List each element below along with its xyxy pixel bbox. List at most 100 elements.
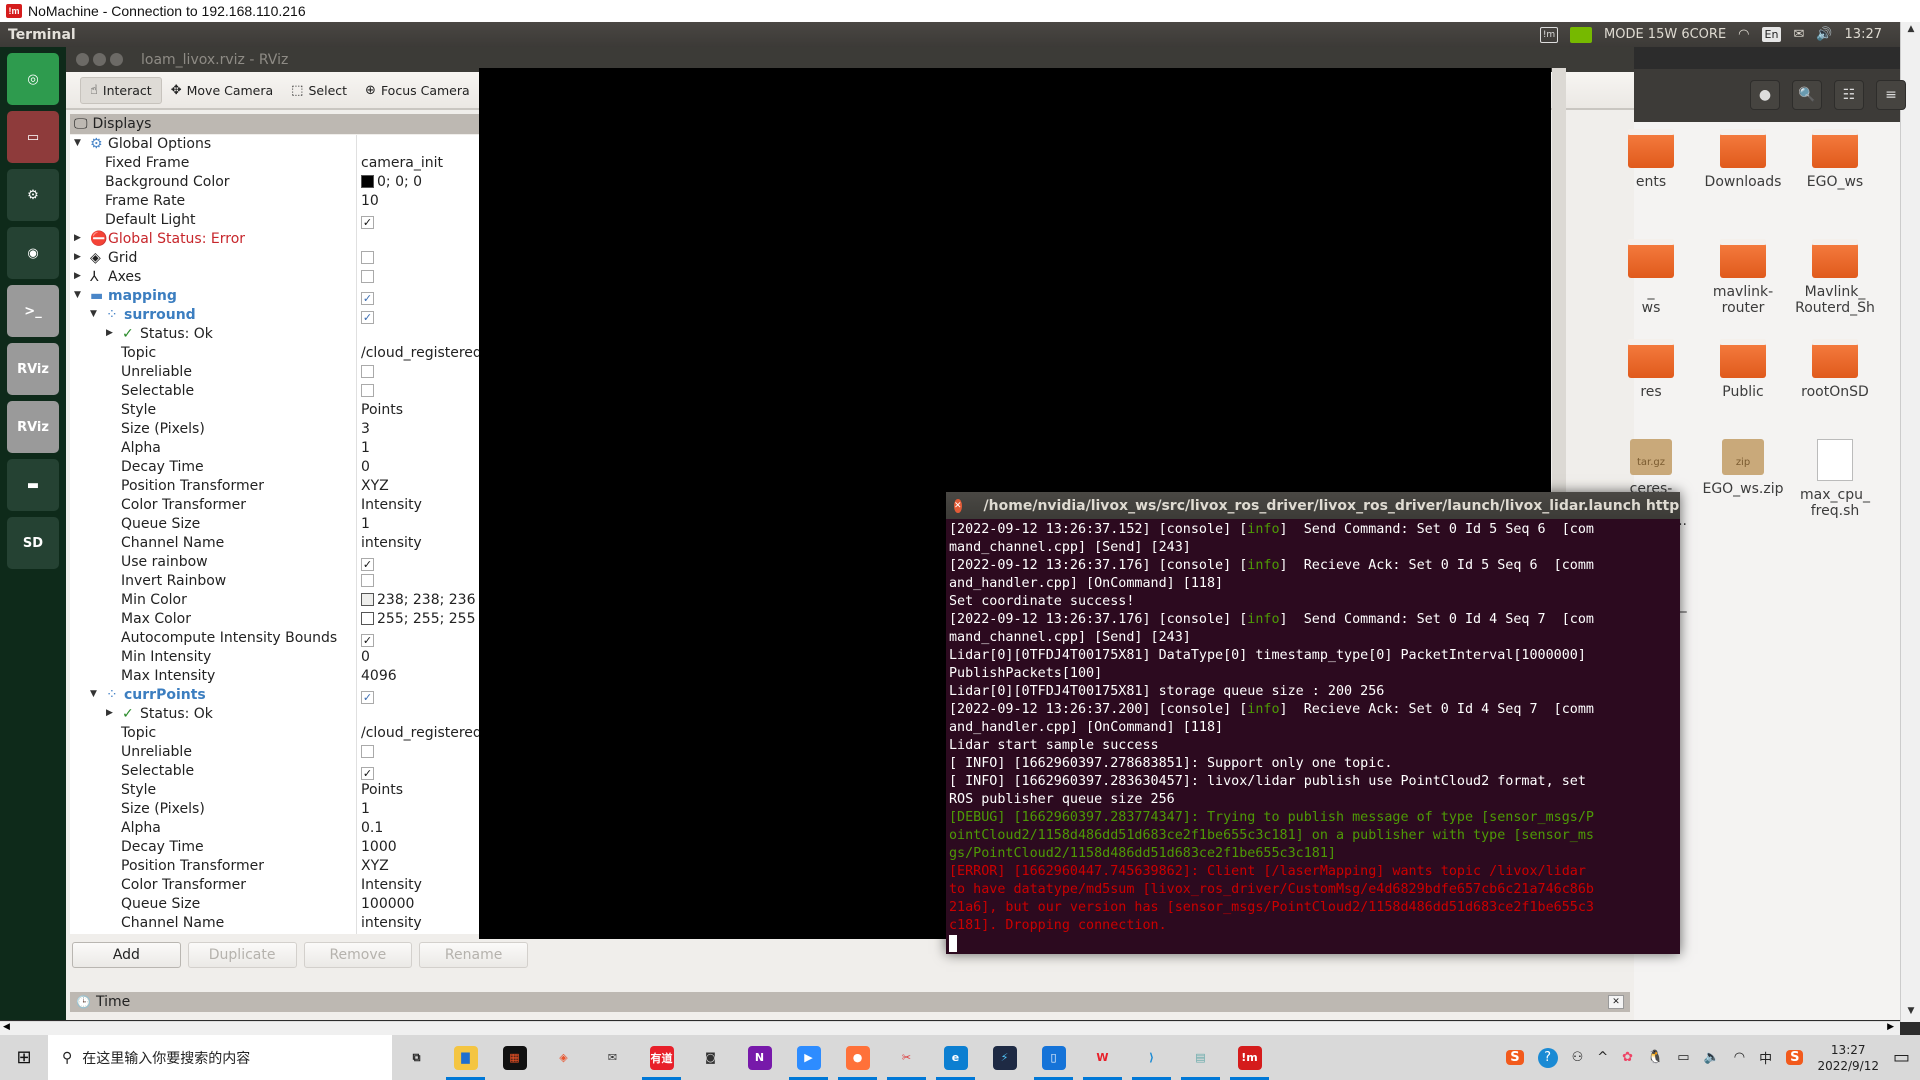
taskbar-firefox-button[interactable]: ●: [833, 1035, 882, 1080]
property-value[interactable]: 3: [361, 421, 370, 437]
display-property-row[interactable]: Min Intensity 0: [70, 648, 510, 667]
property-checkbox[interactable]: [361, 365, 374, 378]
file-item[interactable]: max_cpu_ freq.sh: [1790, 439, 1880, 519]
qq-icon[interactable]: 🐧: [1647, 1050, 1663, 1065]
property-checkbox[interactable]: [361, 270, 374, 283]
property-value[interactable]: 0.1: [361, 820, 383, 836]
taskbar-edge-button[interactable]: e: [931, 1035, 980, 1080]
nomachine-horizontal-scrollbar[interactable]: ◀ ▶: [0, 1021, 1900, 1035]
property-checkbox[interactable]: ✓: [361, 634, 374, 647]
property-value[interactable]: ✓: [361, 554, 374, 571]
display-property-row[interactable]: ▼ ⚙ Global Options: [70, 135, 510, 154]
file-item[interactable]: zip EGO_ws.zip: [1698, 439, 1788, 497]
property-value[interactable]: Points: [361, 782, 403, 798]
expand-arrow-right-icon[interactable]: ▶: [74, 271, 81, 281]
help-icon[interactable]: ?: [1537, 1047, 1558, 1068]
file-item[interactable]: rootOnSD: [1790, 339, 1880, 400]
topbar-clock[interactable]: 13:27: [1845, 27, 1882, 42]
search-icon[interactable]: 🔍: [1792, 80, 1822, 110]
mail-icon[interactable]: ✉: [1793, 27, 1804, 42]
scroll-left-arrow-icon[interactable]: ◀: [3, 1022, 10, 1032]
property-value[interactable]: 1000: [361, 839, 397, 855]
keyboard-layout-indicator[interactable]: En: [1761, 27, 1782, 42]
property-value[interactable]: [361, 383, 374, 399]
expand-arrow-down-icon[interactable]: ▼: [90, 309, 97, 319]
property-value[interactable]: 238; 238; 236: [361, 592, 476, 608]
taskbar-onenote-button[interactable]: N: [735, 1035, 784, 1080]
property-value[interactable]: intensity: [361, 915, 422, 931]
taskbar-youdao-button[interactable]: 有道: [637, 1035, 686, 1080]
display-property-row[interactable]: Queue Size 100000: [70, 895, 510, 914]
property-value[interactable]: 100000: [361, 896, 414, 912]
property-value[interactable]: Intensity: [361, 877, 422, 893]
remove-display-button[interactable]: Remove: [303, 942, 413, 968]
property-value[interactable]: intensity: [361, 535, 422, 551]
power-mode-indicator[interactable]: MODE 15W 6CORE: [1604, 27, 1726, 42]
property-value[interactable]: Points: [361, 402, 403, 418]
tool-focus-camera[interactable]: ⊕ Focus Camera: [356, 78, 479, 103]
launcher-chromium-icon[interactable]: ◉: [7, 227, 59, 279]
minimize-window-button[interactable]: [93, 53, 106, 66]
display-property-row[interactable]: Style Points: [70, 781, 510, 800]
taskbar-app-diamond-button[interactable]: ◈: [539, 1035, 588, 1080]
color-swatch[interactable]: [361, 593, 374, 606]
display-property-row[interactable]: ▶ ⛔ Global Status: Error: [70, 230, 510, 249]
wifi-icon[interactable]: ◠: [1734, 1050, 1745, 1065]
file-item[interactable]: Public: [1698, 339, 1788, 400]
property-value[interactable]: ✓: [361, 630, 374, 647]
property-value[interactable]: XYZ: [361, 478, 389, 494]
launcher-rviz-1-icon[interactable]: RViz: [7, 343, 59, 395]
display-property-row[interactable]: Channel Name intensity: [70, 534, 510, 553]
view-toggle-icon[interactable]: ☷: [1834, 80, 1864, 110]
taskbar-task-view-button[interactable]: ⧉: [392, 1035, 441, 1080]
taskbar-phone-link-button[interactable]: ▯: [1029, 1035, 1078, 1080]
close-time-panel-button[interactable]: ✕: [1608, 995, 1624, 1009]
property-checkbox[interactable]: ✓: [361, 311, 374, 324]
close-window-button[interactable]: [76, 53, 89, 66]
duplicate-display-button[interactable]: Duplicate: [187, 942, 297, 968]
taskbar-wps-button[interactable]: W: [1078, 1035, 1127, 1080]
nomachine-vertical-scrollbar[interactable]: ▲ ▼: [1900, 22, 1920, 1022]
property-value[interactable]: camera_init: [361, 155, 443, 171]
display-property-row[interactable]: Channel Name intensity: [70, 914, 510, 933]
display-property-row[interactable]: Position Transformer XYZ: [70, 477, 510, 496]
display-property-row[interactable]: Invert Rainbow: [70, 572, 510, 591]
taskbar-clock[interactable]: 13:27 2022/9/12: [1817, 1042, 1879, 1074]
launcher-system-settings-icon[interactable]: ⚙: [7, 169, 59, 221]
property-value[interactable]: Intensity: [361, 497, 422, 513]
property-checkbox[interactable]: ✓: [361, 558, 374, 571]
display-property-row[interactable]: Frame Rate 10: [70, 192, 510, 211]
display-property-row[interactable]: Use rainbow ✓: [70, 553, 510, 572]
property-value[interactable]: 0; 0; 0: [361, 174, 422, 190]
display-property-row[interactable]: Decay Time 0: [70, 458, 510, 477]
property-value[interactable]: 1: [361, 801, 370, 817]
color-swatch[interactable]: [361, 612, 374, 625]
display-property-row[interactable]: Size (Pixels) 3: [70, 420, 510, 439]
expand-arrow-right-icon[interactable]: ▶: [74, 233, 81, 243]
taskbar-nomachine-button[interactable]: !m: [1225, 1035, 1274, 1080]
property-value[interactable]: ✓: [361, 763, 374, 780]
show-hidden-icons-chevron-icon[interactable]: ^: [1597, 1050, 1608, 1065]
scroll-right-arrow-icon[interactable]: ▶: [1887, 1022, 1894, 1032]
display-property-row[interactable]: Decay Time 1000: [70, 838, 510, 857]
launcher-rviz-2-icon[interactable]: RViz: [7, 401, 59, 453]
sogou-ime-icon[interactable]: S: [1506, 1050, 1524, 1065]
close-icon[interactable]: ✕: [954, 498, 962, 513]
terminal-window[interactable]: ✕ /home/nvidia/livox_ws/src/livox_ros_dr…: [946, 492, 1680, 954]
taskbar-resource-monitor-button[interactable]: ▤: [1176, 1035, 1225, 1080]
display-property-row[interactable]: Background Color 0; 0; 0: [70, 173, 510, 192]
display-property-row[interactable]: Selectable: [70, 382, 510, 401]
property-value[interactable]: [361, 269, 374, 285]
launcher-sd-card-icon[interactable]: SD: [7, 517, 59, 569]
expand-arrow-down-icon[interactable]: ▼: [74, 290, 81, 300]
displays-tree[interactable]: ▼ ⚙ Global Options Fixed Frame camera_init Ba…: [70, 135, 510, 934]
property-checkbox[interactable]: ✓: [361, 216, 374, 229]
file-item[interactable]: ents: [1606, 129, 1696, 190]
display-property-row[interactable]: Size (Pixels) 1: [70, 800, 510, 819]
color-swatch[interactable]: [361, 175, 374, 188]
file-item[interactable]: mavlink- router: [1698, 239, 1788, 316]
property-value[interactable]: 1: [361, 440, 370, 456]
tool-interact[interactable]: ☝ Interact: [80, 76, 162, 104]
volume-icon[interactable]: 🔊: [1816, 27, 1832, 42]
display-property-row[interactable]: Fixed Frame camera_init: [70, 154, 510, 173]
